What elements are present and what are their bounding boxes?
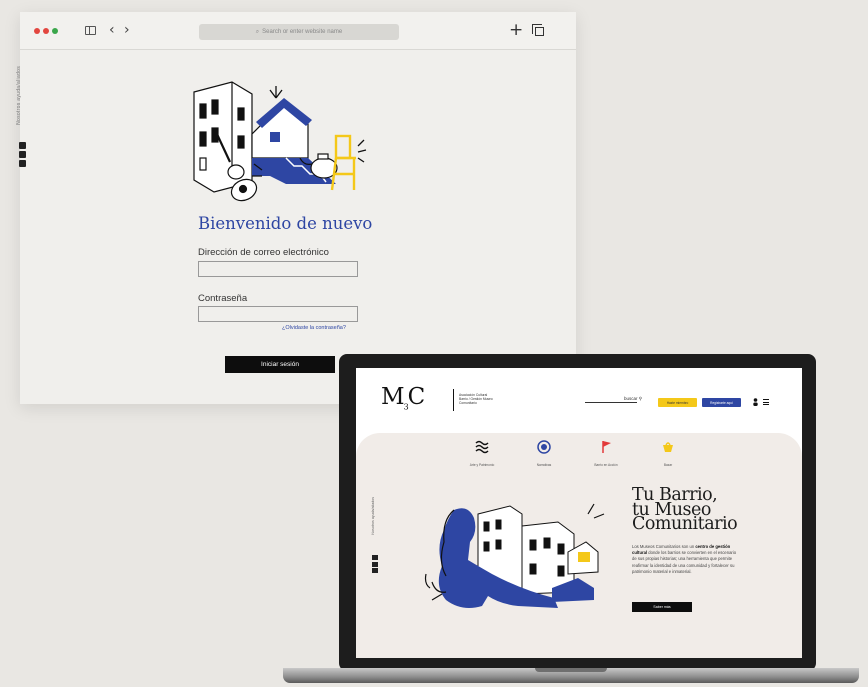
logo-text: Asociación Cultural Barrio / Gestión Mus… <box>459 393 493 406</box>
forward-icon[interactable]: › <box>124 22 130 38</box>
eye-icon <box>537 440 551 454</box>
address-bar[interactable]: ⌕ Search or enter website name <box>199 24 399 40</box>
site-search-label: buscar ⚲ <box>624 396 643 401</box>
tab-overview-icon[interactable] <box>532 24 544 36</box>
site-logo-letter-2: C <box>407 384 426 410</box>
category-label: Barrio en Acción <box>594 463 618 467</box>
neighborhood-illustration <box>193 81 367 202</box>
email-field[interactable] <box>198 261 358 277</box>
facebook-icon[interactable] <box>19 142 26 149</box>
category-label: Arte y Patrimonio <box>469 463 495 467</box>
browser-toolbar: ‹ › ⌕ Search or enter website name + <box>20 12 576 50</box>
art-pattern-icon <box>475 440 489 454</box>
login-heading: Bienvenido de nuevo <box>198 214 373 233</box>
search-icon[interactable]: ⚲ <box>639 396 642 401</box>
learn-more-button[interactable]: Saber más <box>632 602 692 612</box>
instagram-icon[interactable] <box>372 561 378 567</box>
category-arte[interactable]: Arte y Patrimonio <box>454 440 510 467</box>
browser-window: ‹ › ⌕ Search or enter website name + <box>20 12 576 404</box>
site-search-input[interactable] <box>585 402 637 403</box>
site-logo-letter: M <box>381 384 405 410</box>
minimize-window-button[interactable] <box>43 28 49 34</box>
logo-divider <box>453 389 454 411</box>
password-field[interactable] <box>198 306 358 322</box>
social-icons <box>19 142 26 167</box>
hero-title-line: Comunitario <box>632 514 738 534</box>
site-sidebar-vertical-text: Nosotros ayuda/aliados <box>371 497 375 535</box>
close-window-button[interactable] <box>34 28 40 34</box>
category-narrativas[interactable]: Narrativas <box>516 440 572 467</box>
search-icon: ⌕ <box>255 28 260 35</box>
instagram-icon[interactable] <box>19 151 26 158</box>
email-label: Dirección de correo electrónico <box>198 247 329 258</box>
flag-icon <box>602 441 611 453</box>
member-button[interactable]: Hazte miembro <box>658 398 697 407</box>
youtube-icon[interactable] <box>372 568 378 573</box>
site-social-icons <box>372 555 378 573</box>
category-label: Narrativas <box>536 463 552 467</box>
sidebar-vertical-text: Nosotros ayuda/aliados <box>16 66 22 125</box>
user-icon[interactable] <box>753 398 758 406</box>
category-bazar[interactable]: Bazar <box>640 440 696 467</box>
hero-title: Tu Barrio, tu Museo Comunitario <box>632 487 738 534</box>
laptop-notch <box>535 668 607 672</box>
address-bar-placeholder: Search or enter website name <box>262 29 343 35</box>
menu-icon[interactable] <box>763 399 769 405</box>
facebook-icon[interactable] <box>372 555 378 560</box>
register-button[interactable]: Registrarte aquí <box>702 398 741 407</box>
new-tab-icon[interactable]: + <box>509 20 523 40</box>
site-logo[interactable]: M3C <box>381 384 426 412</box>
category-label: Bazar <box>663 463 673 467</box>
bag-icon <box>663 442 673 452</box>
forgot-password-link[interactable]: ¿Olvidaste la contraseña? <box>282 325 346 331</box>
hero-description: Los Museos Comunitarios son un centro de… <box>632 544 737 574</box>
hero-illustration <box>424 503 605 608</box>
password-label: Contraseña <box>198 293 248 304</box>
youtube-icon[interactable] <box>19 160 26 167</box>
category-barrio[interactable]: Barrio en Acción <box>578 440 634 467</box>
zoom-window-button[interactable] <box>52 28 58 34</box>
login-button[interactable]: Iniciar sesión <box>225 356 335 373</box>
back-icon[interactable]: ‹ <box>109 22 115 38</box>
sidebar-toggle-icon[interactable] <box>85 26 96 35</box>
